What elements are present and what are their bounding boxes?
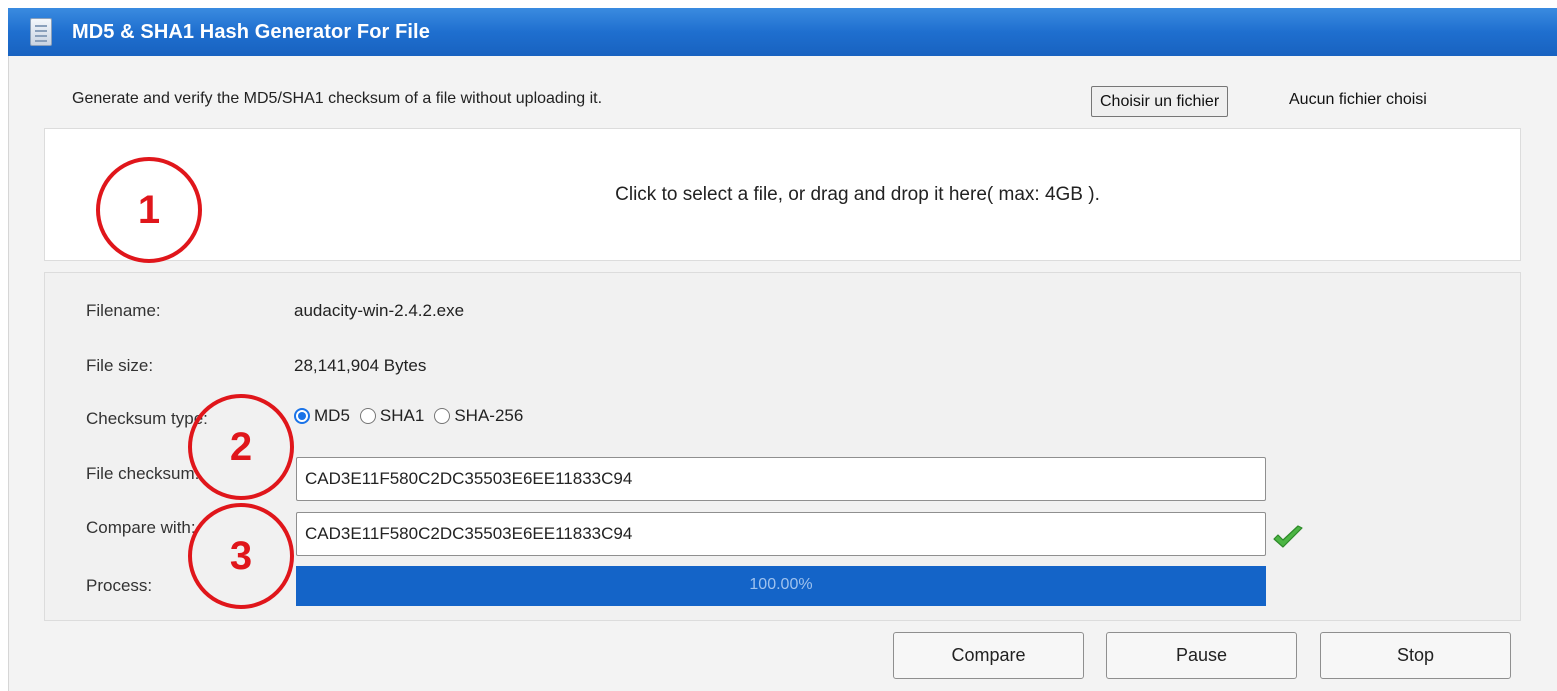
title-bar: MD5 & SHA1 Hash Generator For File <box>8 8 1557 56</box>
filename-label: Filename: <box>86 301 161 320</box>
radio-sha1-indicator[interactable] <box>359 408 376 424</box>
checkmark-icon <box>1273 525 1303 548</box>
radio-md5[interactable]: MD5 <box>294 406 350 426</box>
compare-with-label: Compare with: <box>86 518 196 537</box>
filesize-value: 28,141,904 Bytes <box>294 356 427 375</box>
progress-text: 100.00% <box>749 576 813 593</box>
intro-description: Generate and verify the MD5/SHA1 checksu… <box>72 90 603 107</box>
filesize-label: File size: <box>86 356 154 375</box>
filename-value: audacity-win-2.4.2.exe <box>294 301 465 320</box>
radio-sha256-label: SHA-256 <box>454 406 524 425</box>
compare-button[interactable]: Compare <box>893 632 1084 679</box>
radio-sha1-label: SHA1 <box>379 406 425 425</box>
progress-bar: 100.00% <box>296 566 1266 606</box>
radio-sha1[interactable]: SHA1 <box>359 406 425 426</box>
process-label: Process: <box>86 576 153 595</box>
radio-md5-label: MD5 <box>314 406 350 425</box>
no-file-chosen-label: Aucun fichier choisi <box>1289 91 1427 108</box>
choose-file-button[interactable]: Choisir un fichier <box>1091 86 1229 117</box>
document-icon <box>28 17 54 47</box>
checksum-type-radio-group: MD5 SHA1 SHA-256 <box>294 406 533 426</box>
stop-button[interactable]: Stop <box>1320 632 1511 679</box>
file-checksum-label: File checksum: <box>86 464 200 483</box>
file-drop-zone[interactable]: Click to select a file, or drag and drop… <box>44 128 1521 261</box>
radio-md5-indicator[interactable] <box>294 408 310 424</box>
file-checksum-field[interactable] <box>296 457 1266 501</box>
pause-button[interactable]: Pause <box>1106 632 1297 679</box>
radio-sha256-indicator[interactable] <box>434 408 451 424</box>
window-title: MD5 & SHA1 Hash Generator For File <box>72 20 430 43</box>
radio-sha256[interactable]: SHA-256 <box>434 406 523 426</box>
drop-zone-text: Click to select a file, or drag and drop… <box>615 184 1100 205</box>
checksum-type-label: Checksum type: <box>86 409 208 428</box>
compare-with-field[interactable] <box>296 512 1266 556</box>
